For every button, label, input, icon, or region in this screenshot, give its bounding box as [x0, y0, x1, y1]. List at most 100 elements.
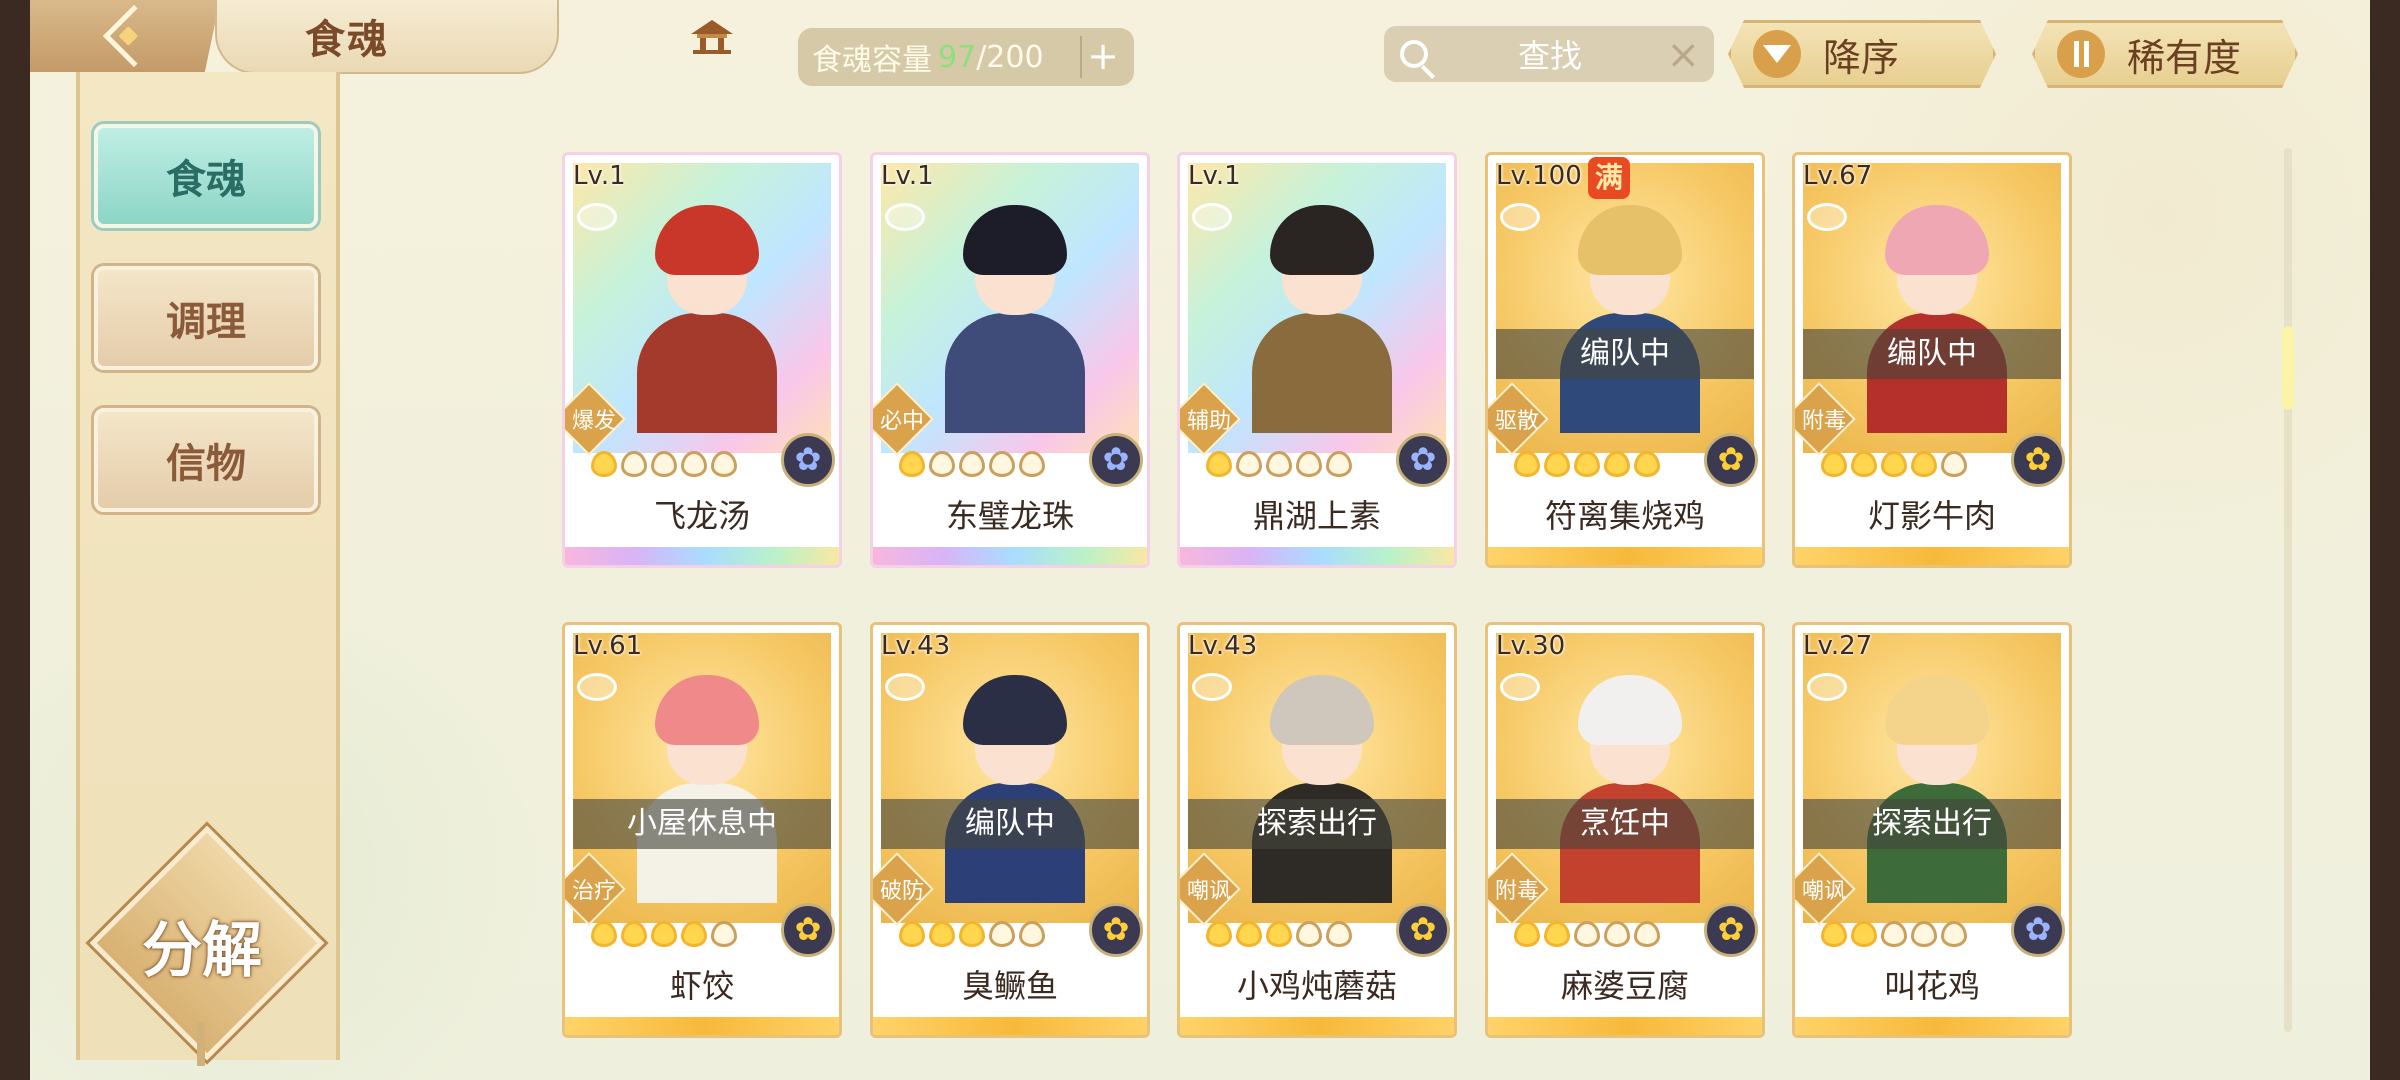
scrollbar-track[interactable]	[2284, 148, 2292, 1032]
food-plate-icon	[577, 673, 617, 701]
flame-icon	[1544, 451, 1570, 477]
flame-icon	[1634, 921, 1660, 947]
flame-icon	[1941, 921, 1967, 947]
flame-icon	[1941, 451, 1967, 477]
flame-icon	[1326, 451, 1352, 477]
star-flames	[1514, 451, 1660, 477]
sidebar-item-tokens[interactable]: 信物	[94, 408, 318, 512]
role-label: 嘲讽	[1801, 879, 1846, 904]
food-soul-card[interactable]: Lv.100 满编队中 驱散 ✿ 符离集烧鸡	[1485, 152, 1765, 568]
sort-order-button[interactable]: 降序	[1728, 20, 1996, 88]
flame-icon	[1019, 451, 1045, 477]
role-label: 必中	[879, 409, 924, 434]
food-soul-card[interactable]: Lv.1 爆发 ✿ 飞龙汤	[562, 152, 842, 568]
level-label: Lv.43	[1188, 631, 1258, 661]
food-soul-name: 飞龙汤	[653, 497, 750, 535]
food-plate-icon	[1807, 673, 1847, 701]
food-soul-card[interactable]: Lv.27 探索出行 嘲讽 ✿ 叫花鸡	[1792, 622, 2072, 1038]
capacity-display: 食魂容量 97 / 200 +	[798, 28, 1134, 86]
status-banner: 探索出行	[1803, 799, 2061, 849]
role-label: 嘲讽	[1186, 879, 1231, 904]
flame-icon	[1296, 451, 1322, 477]
flame-icon	[1266, 921, 1292, 947]
role-label: 驱散	[1494, 409, 1539, 434]
card-frame-strip	[873, 547, 1147, 565]
food-soul-card[interactable]: Lv.43 编队中 破防 ✿ 臭鳜鱼	[870, 622, 1150, 1038]
card-frame-strip	[1795, 547, 2069, 565]
rarity-flower-icon: ✿	[1089, 903, 1143, 957]
status-banner: 编队中	[881, 799, 1139, 849]
flame-icon	[1206, 921, 1232, 947]
back-button[interactable]	[30, 0, 220, 72]
rarity-flower-icon: ✿	[2011, 433, 2065, 487]
role-label: 治疗	[571, 879, 616, 904]
flame-icon	[651, 921, 677, 947]
search-field[interactable]: 查找 ×	[1384, 26, 1714, 82]
food-soul-name: 臭鳜鱼	[961, 967, 1058, 1005]
level-label: Lv.1	[1188, 161, 1241, 191]
role-label: 爆发	[571, 409, 616, 434]
sort-key-label: 稀有度	[2127, 35, 2242, 80]
flame-icon	[899, 921, 925, 947]
level-label: Lv.67	[1803, 161, 1873, 191]
flame-icon	[711, 451, 737, 477]
level-label: Lv.1	[573, 161, 626, 191]
food-plate-icon	[1192, 203, 1232, 231]
flame-icon	[1604, 451, 1630, 477]
flame-icon	[1326, 921, 1352, 947]
food-soul-name: 虾饺	[669, 967, 734, 1005]
capacity-max: 200	[986, 39, 1044, 75]
card-frame-strip	[1795, 1017, 2069, 1035]
flame-icon	[989, 921, 1015, 947]
flame-icon	[1514, 921, 1540, 947]
sidebar-item-food-souls[interactable]: 食魂	[94, 124, 318, 228]
food-plate-icon	[885, 673, 925, 701]
scrollbar-thumb[interactable]	[2282, 326, 2294, 410]
sort-key-button[interactable]: 稀有度	[2032, 20, 2298, 88]
food-plate-icon	[1500, 673, 1540, 701]
status-banner: 探索出行	[1188, 799, 1446, 849]
sort-down-icon	[1753, 30, 1801, 78]
food-soul-name: 叫花鸡	[1883, 967, 1980, 1005]
rarity-flower-icon: ✿	[781, 903, 835, 957]
flame-icon	[1266, 451, 1292, 477]
capacity-label: 食魂容量	[812, 43, 932, 78]
food-soul-name: 小鸡炖蘑菇	[1236, 967, 1397, 1005]
food-soul-card[interactable]: Lv.67 编队中 附毒 ✿ 灯影牛肉	[1792, 152, 2072, 568]
food-soul-card[interactable]: Lv.1 必中 ✿ 东璧龙珠	[870, 152, 1150, 568]
food-soul-name: 鼎湖上素	[1252, 497, 1381, 535]
food-soul-name: 东璧龙珠	[945, 497, 1074, 535]
sidebar-item-cultivate[interactable]: 调理	[94, 266, 318, 370]
flame-icon	[1604, 921, 1630, 947]
flame-icon	[1634, 451, 1660, 477]
flame-icon	[959, 451, 985, 477]
flame-icon	[1851, 451, 1877, 477]
food-soul-card[interactable]: Lv.30 烹饪中 附毒 ✿ 麻婆豆腐	[1485, 622, 1765, 1038]
role-label: 附毒	[1801, 409, 1846, 434]
max-level-badge: 满	[1588, 157, 1630, 199]
card-frame-strip	[1180, 547, 1454, 565]
food-soul-card[interactable]: Lv.43 探索出行 嘲讽 ✿ 小鸡炖蘑菇	[1177, 622, 1457, 1038]
pavilion-home-icon[interactable]	[687, 16, 737, 56]
role-label: 破防	[879, 879, 924, 904]
food-soul-name: 符离集烧鸡	[1544, 497, 1705, 535]
card-frame-strip	[565, 1017, 839, 1035]
food-soul-card[interactable]: Lv.1 辅助 ✿ 鼎湖上素	[1177, 152, 1457, 568]
rarity-flower-icon: ✿	[1704, 433, 1758, 487]
flame-icon	[681, 921, 707, 947]
flame-icon	[899, 451, 925, 477]
search-icon	[1400, 40, 1428, 68]
flame-icon	[1881, 921, 1907, 947]
sort-order-label: 降序	[1823, 35, 1900, 80]
star-flames	[1206, 921, 1352, 947]
flame-icon	[711, 921, 737, 947]
food-soul-card[interactable]: Lv.61 小屋休息中 治疗 ✿ 虾饺	[562, 622, 842, 1038]
star-flames	[899, 451, 1045, 477]
search-label: 查找	[1518, 37, 1583, 75]
rarity-flower-icon: ✿	[1396, 433, 1450, 487]
flame-icon	[621, 451, 647, 477]
star-flames	[899, 921, 1045, 947]
title-tab: 食魂	[215, 0, 733, 74]
search-clear-button[interactable]: ×	[1666, 32, 1700, 78]
add-capacity-button[interactable]: +	[1080, 36, 1124, 78]
